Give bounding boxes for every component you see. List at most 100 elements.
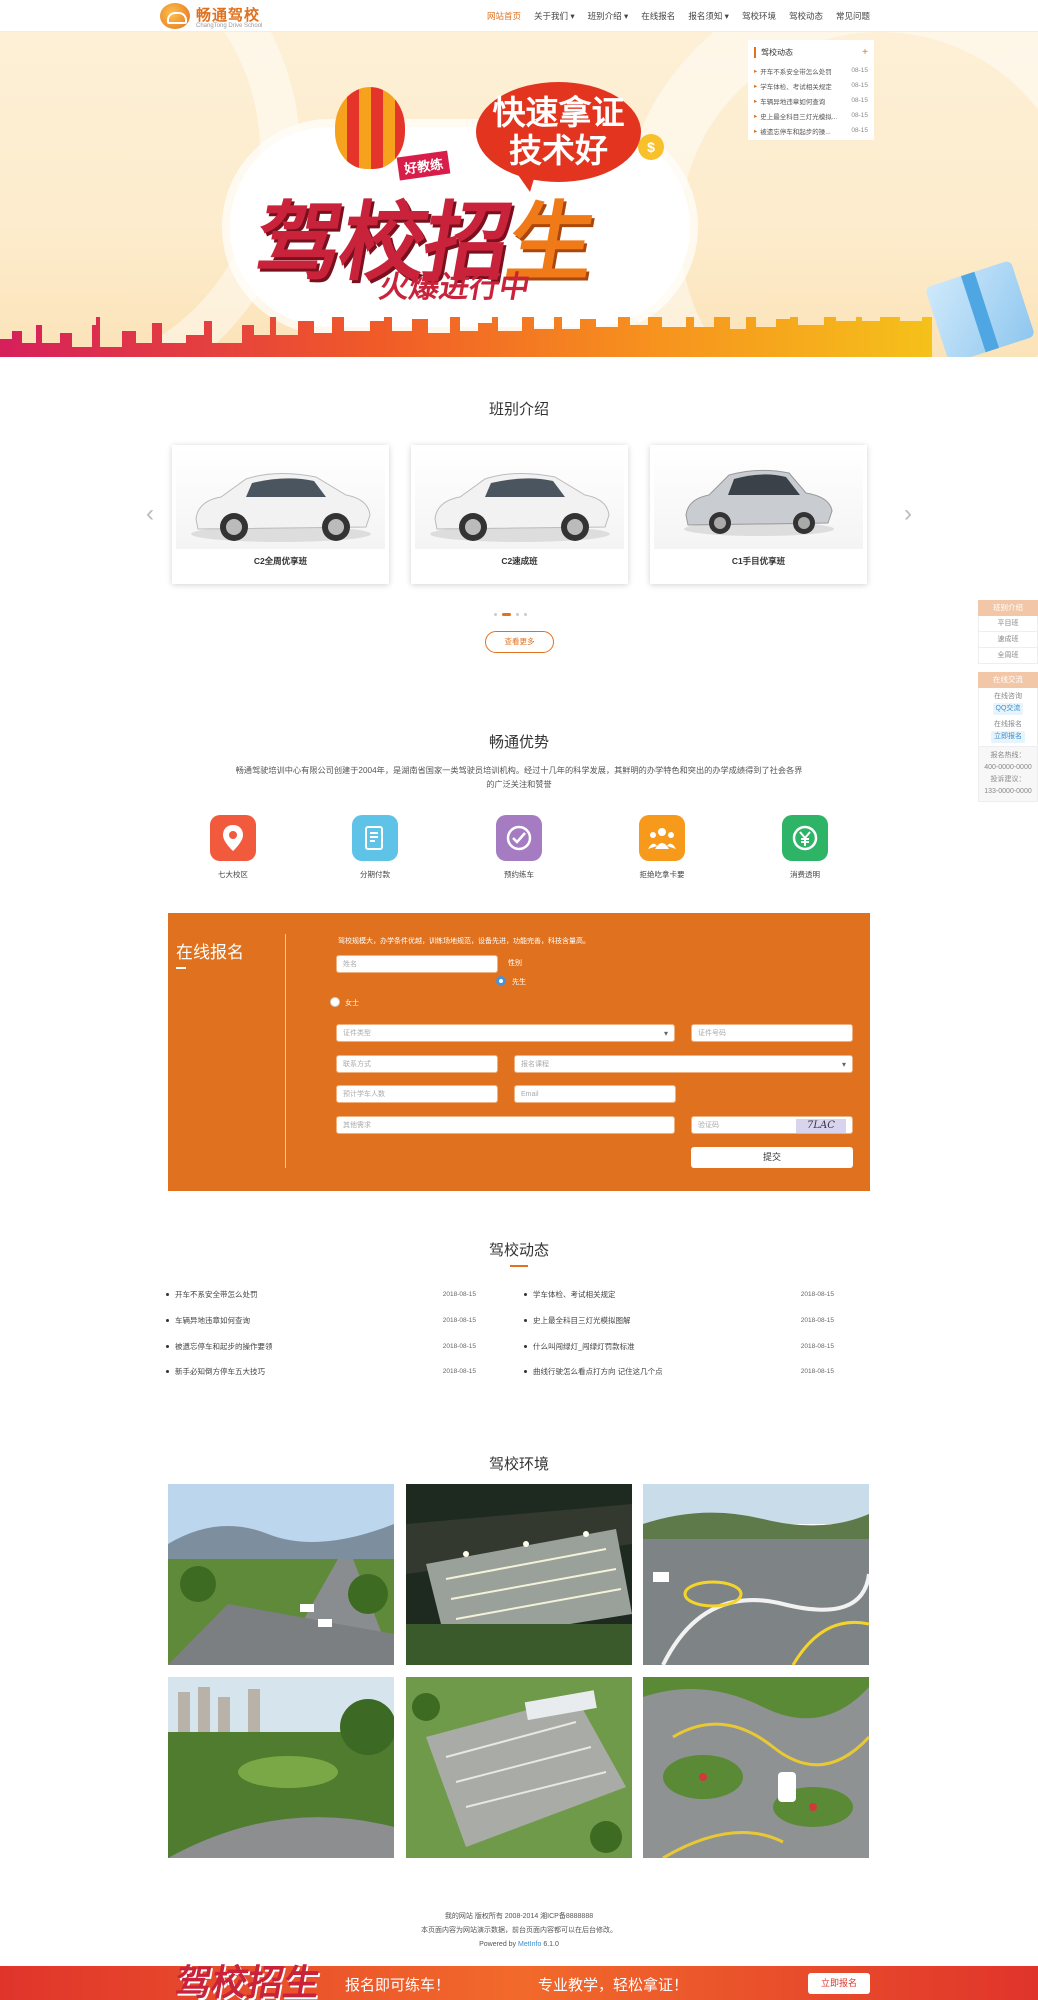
feature-label: 七大校区 [218,870,248,879]
bullet-icon: ▸ [754,97,758,105]
course-label: C1手目优享班 [731,556,786,566]
contact-field[interactable]: 联系方式 [336,1055,498,1073]
nav-signup[interactable]: 在线报名 [641,10,675,22]
qq-chat-button[interactable]: QQ交流 [992,703,1024,715]
news-title: 车辆异地违章如何查询 [760,98,826,106]
pager-dot[interactable] [524,613,527,616]
news-item-date: 2018-08-15 [800,1342,834,1350]
list-item[interactable]: 开车不系安全带怎么处罚 2018-08-15 [166,1287,476,1301]
hero-banner[interactable]: 快速拿证 技术好 $ 好教练 驾校招生 火爆进行中 [0,32,1038,357]
list-item[interactable]: 曲线行驶怎么看点打方向 记住这几个点 2018-08-15 [524,1364,834,1378]
pager-dot[interactable] [494,613,497,616]
sidebar-consult[interactable]: 在线咨询 [979,691,1037,703]
nav-home[interactable]: 网站首页 [487,10,521,22]
car-image [415,449,624,549]
environment-photo[interactable] [406,1677,632,1858]
news-box-title: 驾校动态 [761,48,793,57]
course-card[interactable]: C2速成班 [411,445,628,584]
bullet-icon [524,1292,527,1296]
list-item[interactable]: 史上最全科目三灯光模拟图解 2018-08-15 [524,1313,834,1327]
news-title: 学车体检、考试相关规定 [760,83,832,91]
course-card[interactable]: C1手目优享班 [650,445,867,584]
people-icon [639,815,685,861]
female-radio[interactable] [330,997,340,1007]
car-image [654,449,863,549]
suggestion-label: 投诉建议： [990,776,1026,783]
other-needs-field[interactable]: 其他需求 [336,1116,675,1134]
male-radio[interactable] [496,976,506,986]
environment-photo[interactable] [406,1484,632,1665]
list-item[interactable]: ▸ 学车体检、考试相关规定 08-15 [754,78,868,93]
plus-icon[interactable]: + [862,47,868,58]
form-title-dash [176,967,186,969]
sidebar-item-course[interactable]: 平目班 [978,616,1038,632]
chevron-left-icon[interactable]: ‹ [146,500,154,528]
captcha-placeholder: 验证码 [698,1122,719,1129]
list-item[interactable]: ▸ 开车不系安全带怎么处罚 08-15 [754,63,868,78]
news-item-title: 学车体检、考试相关规定 [533,1289,616,1299]
metinfo-link[interactable]: MetInfo [518,1941,541,1948]
list-item[interactable]: 新手必知倒方停车五大技巧 2018-08-15 [166,1364,476,1378]
name-field[interactable]: 姓名 [336,955,498,973]
list-item[interactable]: ▸ 被遗忘停车和起步的操... 08-15 [754,123,868,138]
logo-en: ChangTong Drive School [196,22,263,29]
sidebar-signup-button[interactable]: 立即报名 [991,731,1025,743]
captcha-field[interactable]: 验证码 7LAC [691,1116,853,1134]
site-logo[interactable]: 畅通驾校 ChangTong Drive School [160,3,262,29]
feature-item: 分期付款 [330,815,420,880]
sidebar-item-course[interactable]: 全周班 [978,648,1038,664]
news-item-date: 2018-08-15 [442,1342,476,1350]
submit-button[interactable]: 提交 [691,1147,853,1168]
nav-courses[interactable]: 班别介绍 ▾ [588,10,629,22]
feature-item: 消费透明 [760,815,850,880]
list-item[interactable]: 车辆异地违章如何查询 2018-08-15 [166,1313,476,1327]
city-skyline [0,317,932,357]
nav-faq[interactable]: 常见问题 [836,10,870,22]
signup-form: 在线报名 驾校规模大，办学条件优越，训练场地规范，设备先进，功能完善，科技含量高… [168,913,870,1191]
bullet-icon: ▸ [754,82,758,90]
environment-photo[interactable] [168,1484,394,1665]
sidebar-signup[interactable]: 在线报名 [979,719,1037,731]
id-number-field[interactable]: 证件号码 [691,1024,853,1042]
male-label: 先生 [512,979,526,986]
captcha-image[interactable]: 7LAC [796,1119,846,1133]
list-item[interactable]: 什么叫闯绿灯_闯绿灯罚款标准 2018-08-15 [524,1339,834,1353]
floating-sidebar: 班别介绍 平目班 速成班 全周班 在线交流 在线咨询 QQ交流 在线报名 立即报… [978,600,1038,802]
email-field[interactable]: Email [514,1085,676,1103]
list-item[interactable]: ▸ 车辆异地违章如何查询 08-15 [754,93,868,108]
advantages-text: 畅通驾驶培训中心有限公司创建于2004年，是湖南省国家一类驾驶员培训机构。经过十… [235,766,803,789]
course-card[interactable]: C2全周优享班 [172,445,389,584]
demo-notice: 本页面内容为网站演示数据，前台页面内容都可以在后台修改。 [421,1927,617,1934]
course-select[interactable]: 报名课程 [514,1055,853,1074]
view-more-button[interactable]: 查看更多 [485,631,554,653]
news-title: 开车不系安全带怎么处罚 [760,68,832,76]
nav-about[interactable]: 关于我们 ▾ [534,10,575,22]
news-item-title: 史上最全科目三灯光模拟图解 [533,1315,631,1325]
signup-now-button[interactable]: 立即报名 [808,1973,870,1994]
suggestion-value: 133-0000-0000 [984,788,1032,795]
nav-environment[interactable]: 驾校环境 [742,10,776,22]
sidebar-contact: 报名热线： 400-0000-0000 投诉建议： 133-0000-0000 [978,747,1038,802]
bullet-icon: ▸ [754,127,758,135]
news-item-title: 曲线行驶怎么看点打方向 记住这几个点 [533,1366,663,1376]
list-item[interactable]: 被遗忘停车和起步的操作要领 2018-08-15 [166,1339,476,1353]
environment-photo[interactable] [643,1484,869,1665]
list-item[interactable]: 学车体检、考试相关规定 2018-08-15 [524,1287,834,1301]
nav-news[interactable]: 驾校动态 [789,10,823,22]
feature-item: 七大校区 [188,815,278,880]
news-box-header: 驾校动态 + [754,47,868,58]
nav-notice[interactable]: 报名须知 ▾ [688,10,729,22]
pager-dot[interactable] [502,613,511,616]
sidebar-item-course[interactable]: 速成班 [978,632,1038,648]
bullet-icon [524,1344,527,1348]
environment-photo[interactable] [168,1677,394,1858]
bullet-icon [166,1344,169,1348]
chevron-right-icon[interactable]: › [904,500,912,528]
environment-photo[interactable] [643,1677,869,1858]
id-type-select[interactable]: 证件类型 [336,1024,675,1043]
list-item[interactable]: ▸ 史上最全科目三灯光模拟... 08-15 [754,108,868,123]
pager-dot[interactable] [516,613,519,616]
main-nav: 网站首页 关于我们 ▾ 班别介绍 ▾ 在线报名 报名须知 ▾ 驾校环境 驾校动态… [487,0,870,32]
learner-count-field[interactable]: 预计学车人数 [336,1085,498,1103]
banner-subline: 火爆进行中 [376,271,533,304]
